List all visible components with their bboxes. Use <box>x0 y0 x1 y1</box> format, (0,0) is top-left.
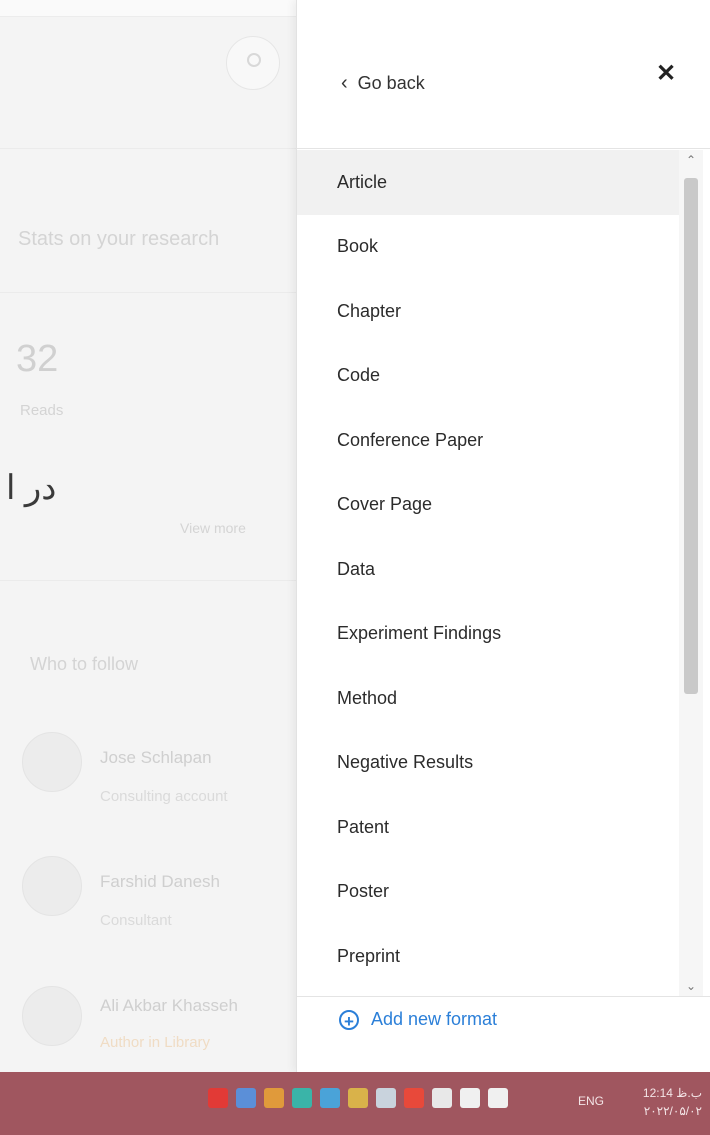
add-new-format-label: Add new format <box>371 1009 498 1029</box>
clock-time: 12:14 ب.ظ <box>642 1086 702 1100</box>
network-icon[interactable] <box>376 1088 396 1108</box>
farsi-text: در ا <box>6 469 57 507</box>
person-name[interactable]: Ali Akbar Khasseh <box>100 996 238 1016</box>
background-page: Stats on your research 32 Reads در ا Vie… <box>0 0 296 1072</box>
format-panel: ‹ Go back ✕ Article Book Chapter Code Co… <box>296 0 710 1072</box>
format-list: Article Book Chapter Code Conference Pap… <box>297 150 679 996</box>
person-name[interactable]: Farshid Danesh <box>100 872 220 892</box>
close-icon[interactable]: ✕ <box>649 56 683 90</box>
s-app-icon[interactable] <box>404 1088 424 1108</box>
reads-label: Reads <box>20 402 64 419</box>
scrollbar-thumb[interactable] <box>684 178 698 694</box>
clock-date: ۲۰۲۲/۰۵/۰۲ <box>643 1104 702 1118</box>
divider <box>0 148 296 149</box>
format-item-poster[interactable]: Poster <box>297 860 679 925</box>
view-more-link[interactable]: View more <box>180 520 246 536</box>
person-role: Consulting account <box>100 788 228 805</box>
divider <box>0 292 296 293</box>
battery-icon[interactable] <box>432 1088 452 1108</box>
go-back-button[interactable]: ‹ Go back <box>341 66 425 100</box>
reads-count: 32 <box>16 338 59 380</box>
go-back-label: Go back <box>357 72 425 93</box>
red-app-icon[interactable] <box>208 1088 228 1108</box>
person-name[interactable]: Jose Schlapan <box>100 748 212 768</box>
system-tray <box>208 1088 516 1108</box>
avatar[interactable] <box>22 986 82 1046</box>
orange-app-icon[interactable] <box>264 1088 284 1108</box>
add-new-format-button[interactable]: + Add new format <box>339 1009 498 1031</box>
panel-header: ‹ Go back ✕ <box>297 0 710 149</box>
list-scrollbar[interactable]: ⌃ ⌄ <box>679 150 703 996</box>
avatar[interactable] <box>22 856 82 916</box>
chevron-left-icon: ‹ <box>341 72 348 94</box>
signal-icon[interactable] <box>488 1088 508 1108</box>
folder-icon[interactable] <box>348 1088 368 1108</box>
format-item-negative-results[interactable]: Negative Results <box>297 731 679 796</box>
format-item-chapter[interactable]: Chapter <box>297 279 679 344</box>
globe-icon[interactable] <box>320 1088 340 1108</box>
language-indicator[interactable]: ENG <box>578 1094 604 1108</box>
blue-app-icon[interactable] <box>236 1088 256 1108</box>
format-item-cover-page[interactable]: Cover Page <box>297 473 679 538</box>
format-item-experiment-findings[interactable]: Experiment Findings <box>297 602 679 667</box>
panel-footer: + Add new format <box>297 996 710 1073</box>
clock[interactable]: 12:14 ب.ظ ۲۰۲۲/۰۵/۰۲ <box>626 1084 702 1120</box>
background-topbar <box>0 0 296 17</box>
person-role: Author in Library <box>100 1034 211 1051</box>
stats-heading: Stats on your research <box>18 228 220 250</box>
scroll-up-icon[interactable]: ⌃ <box>679 150 703 170</box>
format-item-preprint[interactable]: Preprint <box>297 924 679 989</box>
format-item-article[interactable]: Article <box>297 150 679 215</box>
format-item-patent[interactable]: Patent <box>297 795 679 860</box>
format-item-conference-paper[interactable]: Conference Paper <box>297 408 679 473</box>
taskbar: ENG 12:14 ب.ظ ۲۰۲۲/۰۵/۰۲ <box>0 1072 710 1135</box>
search-icon[interactable] <box>226 36 280 90</box>
format-item-data[interactable]: Data <box>297 537 679 602</box>
avatar[interactable] <box>22 732 82 792</box>
teal-app-icon[interactable] <box>292 1088 312 1108</box>
format-item-book[interactable]: Book <box>297 215 679 280</box>
follow-heading: Who to follow <box>30 654 139 674</box>
volume-icon[interactable] <box>460 1088 480 1108</box>
person-role: Consultant <box>100 912 172 929</box>
scroll-down-icon[interactable]: ⌄ <box>679 976 703 996</box>
format-item-method[interactable]: Method <box>297 666 679 731</box>
format-item-code[interactable]: Code <box>297 344 679 409</box>
divider <box>0 580 296 581</box>
plus-circle-icon: + <box>339 1009 359 1031</box>
